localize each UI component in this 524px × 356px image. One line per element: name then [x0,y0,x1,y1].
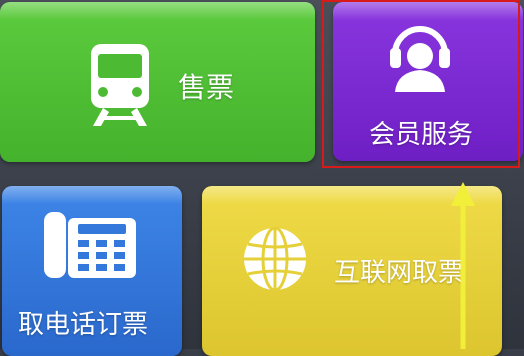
ticket-sale-tile[interactable]: 售票 [0,2,315,162]
telephone-icon [44,212,136,278]
kiosk-screen: 售票 会员服务 取电话订票 互联网取票 [0,0,524,356]
highlight-frame [322,0,520,168]
train-icon [91,44,149,126]
pointer-arrow-icon [451,182,475,349]
phone-booking-pickup-tile[interactable]: 取电话订票 [2,186,182,356]
globe-icon [244,226,306,292]
internet-ticket-pickup-label: 互联网取票 [334,258,465,288]
phone-booking-pickup-label: 取电话订票 [18,310,149,340]
ticket-sale-label: 售票 [178,71,235,104]
